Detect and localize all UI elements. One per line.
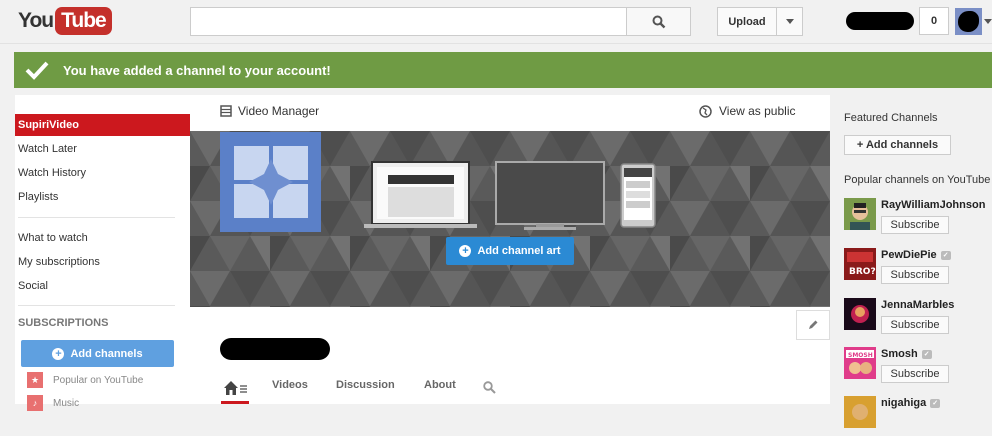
plus-icon: + <box>52 347 65 360</box>
popular-channels-heading: Popular channels on YouTube <box>844 174 991 186</box>
sidebar-item-channel[interactable]: SupiriVideo <box>15 114 190 136</box>
channel-icon[interactable] <box>220 132 321 232</box>
username-redacted[interactable] <box>846 12 914 30</box>
laptop-illustration <box>364 161 477 228</box>
search-input[interactable] <box>190 7 627 36</box>
edit-channel-button[interactable] <box>796 310 830 340</box>
sidebar-divider <box>18 217 175 218</box>
avatar-redaction <box>958 11 979 32</box>
sidebar-item-label: Music <box>53 397 80 409</box>
channel-name[interactable]: RayWilliamJohnson <box>881 199 985 211</box>
channel-name-text: nigahiga <box>881 397 927 409</box>
popular-channel-row: SMOSH Smosh ✓ Subscribe <box>844 347 992 387</box>
verified-icon: ✓ <box>940 250 951 260</box>
logo-tube-text: Tube <box>55 7 112 35</box>
view-as-public-label: View as public <box>719 104 796 118</box>
channel-thumbnail[interactable]: BRO? <box>844 248 876 280</box>
globe-icon <box>699 104 712 118</box>
right-column: Featured Channels + Add channels Popular… <box>830 95 992 428</box>
channel-name-text: Smosh <box>881 348 918 360</box>
channel-name-text: PewDiePie <box>881 249 937 261</box>
subscribe-button[interactable]: Subscribe <box>881 266 949 284</box>
add-channel-art-label: Add channel art <box>477 245 561 257</box>
plus-icon: + <box>459 245 472 257</box>
avatar[interactable] <box>955 8 982 35</box>
sidebar-item-popular[interactable]: ★ Popular on YouTube <box>27 372 143 388</box>
search-button[interactable] <box>626 7 691 36</box>
popular-channel-row: RayWilliamJohnson Subscribe <box>844 198 992 238</box>
verified-icon: ✓ <box>921 349 932 359</box>
sidebar-item-watch-later[interactable]: Watch Later <box>15 138 190 160</box>
add-channels-button[interactable]: + Add channels <box>21 340 174 367</box>
popular-channel-row: BRO? PewDiePie ✓ Subscribe <box>844 248 992 288</box>
channel-name[interactable]: Smosh ✓ <box>881 348 932 360</box>
svg-text:SMOSH: SMOSH <box>848 352 873 359</box>
phone-illustration <box>620 163 656 228</box>
channel-thumbnail[interactable] <box>844 298 876 330</box>
video-manager-label: Video Manager <box>238 104 320 118</box>
home-icon <box>224 381 247 395</box>
masthead: You Tube Upload 0 <box>0 0 992 44</box>
popular-channel-row: nigahiga ✓ <box>844 396 992 436</box>
sidebar-divider <box>18 305 175 306</box>
subscriptions-heading: SUBSCRIPTIONS <box>18 317 109 329</box>
tab-videos[interactable]: Videos <box>272 379 308 391</box>
channel-thumbnail[interactable]: SMOSH <box>844 347 876 379</box>
success-message: You have added a channel to your account… <box>63 62 331 78</box>
sidebar-item-my-subscriptions[interactable]: My subscriptions <box>15 251 190 273</box>
sidebar-item-social[interactable]: Social <box>15 275 190 297</box>
youtube-logo[interactable]: You Tube <box>18 7 112 35</box>
success-banner: You have added a channel to your account… <box>14 52 992 88</box>
add-featured-channels-button[interactable]: + Add channels <box>844 135 951 155</box>
guide-sidebar: SupiriVideo Watch Later Watch History Pl… <box>15 95 190 411</box>
video-manager-link[interactable]: Video Manager <box>220 104 319 118</box>
featured-channels-heading: Featured Channels <box>844 112 938 124</box>
popular-channel-row: JennaMarbles Subscribe <box>844 298 992 338</box>
tab-discussion[interactable]: Discussion <box>336 379 395 391</box>
channel-name-redacted <box>220 338 330 360</box>
sidebar-item-watch-history[interactable]: Watch History <box>15 162 190 184</box>
account-chevron-down-icon[interactable] <box>984 19 992 24</box>
tab-home[interactable] <box>221 378 249 404</box>
subscribe-button[interactable]: Subscribe <box>881 316 949 334</box>
channel-thumbnail[interactable] <box>844 396 876 428</box>
sidebar-item-what-to-watch[interactable]: What to watch <box>15 227 190 249</box>
logo-you-text: You <box>18 9 54 32</box>
video-manager-icon <box>220 105 232 117</box>
subscribe-button[interactable]: Subscribe <box>881 216 949 234</box>
subscribe-button[interactable]: Subscribe <box>881 365 949 383</box>
channel-name[interactable]: nigahiga ✓ <box>881 397 941 409</box>
upload-dropdown-button[interactable] <box>776 7 803 36</box>
channel-name[interactable]: JennaMarbles <box>881 299 954 311</box>
channel-search-icon[interactable] <box>483 381 496 394</box>
music-icon: ♪ <box>27 395 43 411</box>
default-channel-icon <box>234 146 308 218</box>
sidebar-item-label: Popular on YouTube <box>53 374 144 386</box>
sidebar-item-playlists[interactable]: Playlists <box>15 186 190 208</box>
upload-button[interactable]: Upload <box>717 7 776 36</box>
channel-main: Video Manager View as public + Add chann… <box>190 95 830 404</box>
search-icon <box>652 15 665 28</box>
notification-count[interactable]: 0 <box>919 7 949 35</box>
checkmark-icon <box>25 61 49 80</box>
add-channels-label: Add channels <box>70 347 143 360</box>
tab-about[interactable]: About <box>424 379 456 391</box>
sidebar-item-music[interactable]: ♪ Music <box>27 395 79 411</box>
channel-thumbnail[interactable] <box>844 198 876 230</box>
verified-icon: ✓ <box>930 398 941 408</box>
pencil-icon <box>809 320 818 329</box>
tv-illustration <box>495 161 605 230</box>
channel-name[interactable]: PewDiePie ✓ <box>881 249 951 261</box>
svg-text:BRO?: BRO? <box>849 267 876 277</box>
star-icon: ★ <box>27 372 43 388</box>
add-channel-art-button[interactable]: + Add channel art <box>446 237 574 265</box>
chevron-down-icon <box>785 19 794 24</box>
view-as-public-link[interactable]: View as public <box>699 104 796 118</box>
